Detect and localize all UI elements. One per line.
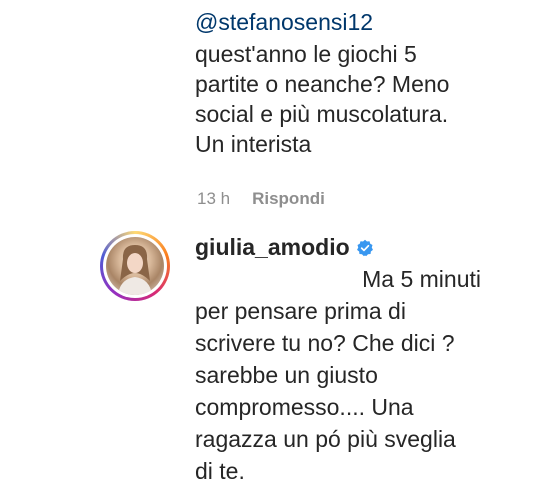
- mention-link[interactable]: @stefanosensi12: [195, 6, 545, 39]
- reply-comment: giulia_amodio Ma 5 minuti per pensare pr…: [195, 234, 545, 487]
- username[interactable]: giulia_amodio: [195, 234, 350, 261]
- username-row: giulia_amodio: [195, 234, 545, 261]
- avatar-border: [103, 234, 167, 298]
- reply-text-body: per pensare prima di scrivere tu no? Che…: [195, 298, 456, 484]
- timestamp: 13 h: [197, 189, 231, 208]
- avatar-image: [106, 237, 164, 295]
- comment-meta: 13 h Rispondi: [197, 189, 325, 209]
- verified-badge-icon: [356, 239, 373, 256]
- comment-text: quest'anno le giochi 5 partite o neanche…: [195, 41, 450, 157]
- reply-text: Ma 5 minuti per pensare prima di scriver…: [195, 263, 545, 487]
- avatar-portrait: [118, 245, 152, 295]
- parent-comment: @stefanosensi12 quest'anno le giochi 5 p…: [195, 6, 545, 159]
- reply-text-first-line: Ma 5 minuti: [362, 266, 481, 292]
- reply-button[interactable]: Rispondi: [252, 189, 325, 209]
- avatar[interactable]: [100, 231, 170, 301]
